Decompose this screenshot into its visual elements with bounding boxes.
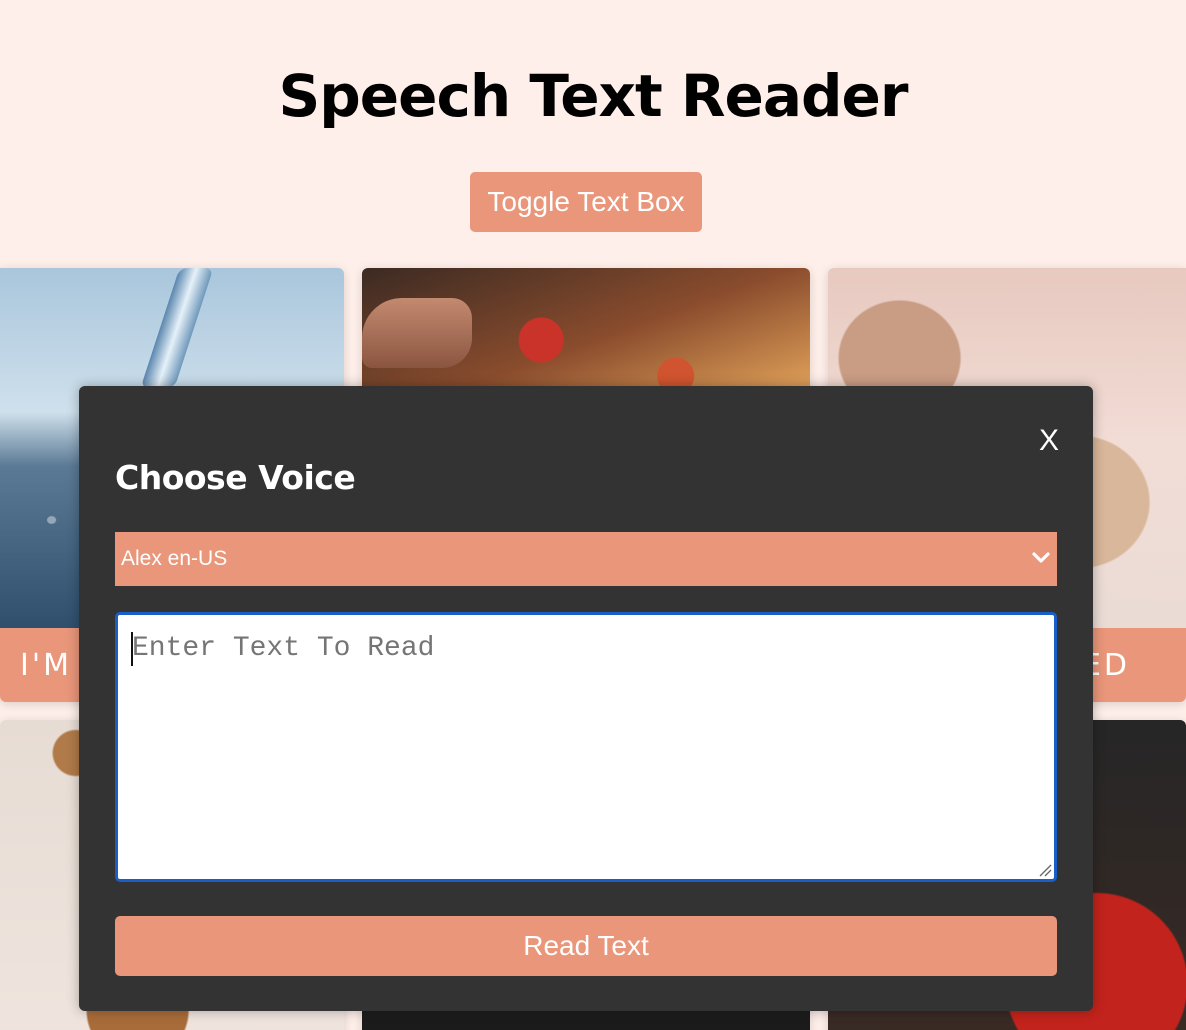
voice-select[interactable]: Alex en-US [115,532,1057,586]
modal-title: Choose Voice [115,458,356,497]
read-text-button[interactable]: Read Text [115,916,1057,976]
resize-handle-icon[interactable] [1036,861,1052,877]
voice-select-value: Alex en-US [121,547,228,570]
chevron-down-icon [1032,552,1050,563]
text-box-modal: X Choose Voice Alex en-US Enter Text To … [79,386,1093,1011]
page-title: Speech Text Reader [278,62,909,130]
close-button[interactable]: X [1039,424,1059,458]
textarea-placeholder: Enter Text To Read [132,633,435,664]
text-to-read-textarea[interactable]: Enter Text To Read [115,612,1057,882]
toggle-text-box-button[interactable]: Toggle Text Box [470,172,702,232]
